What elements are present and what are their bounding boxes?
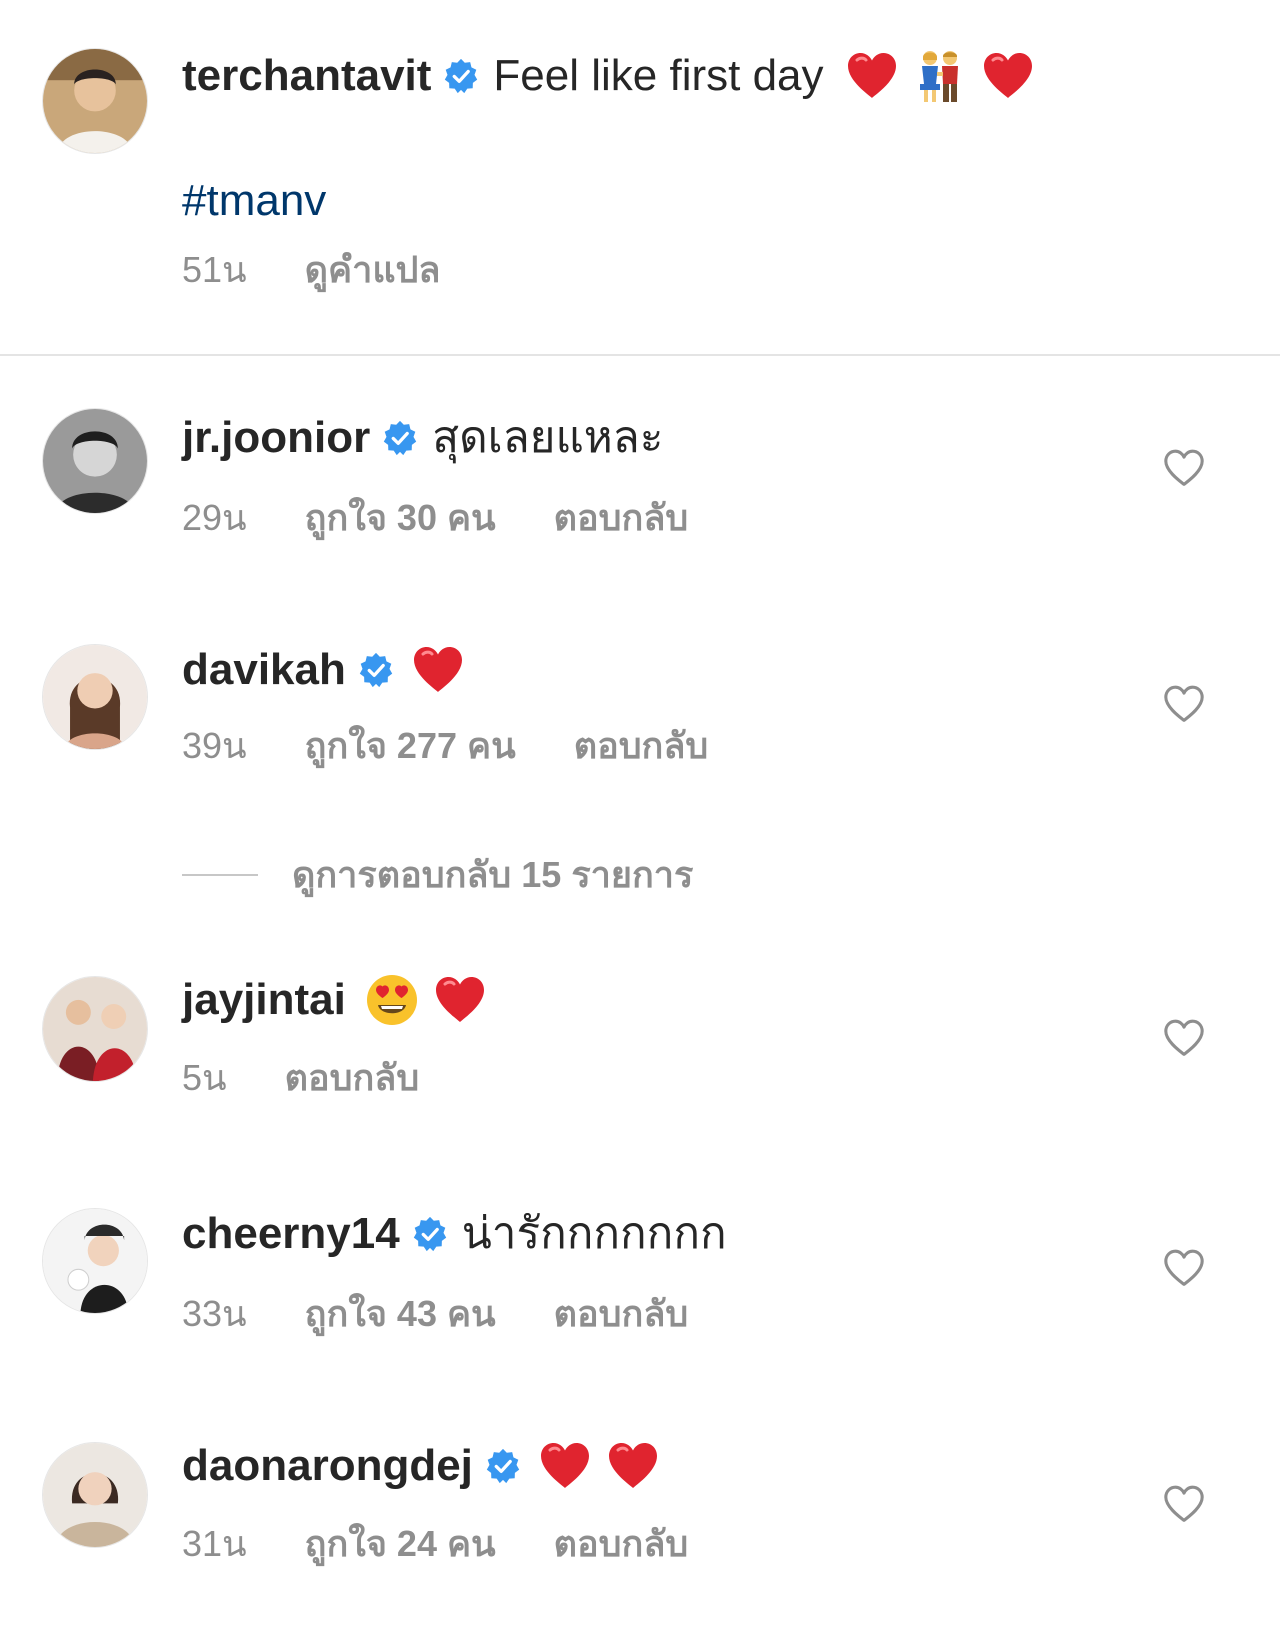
post-author-username[interactable]: terchantavit (182, 48, 431, 104)
comment-username[interactable]: cheerny14 (182, 1206, 400, 1262)
view-replies-button[interactable]: ดูการตอบกลับ 15 รายการ (182, 846, 693, 903)
reply-button[interactable]: ตอบกลับ (554, 1522, 689, 1566)
like-heart-icon[interactable] (1162, 684, 1206, 724)
verified-badge-icon (382, 420, 418, 456)
comment-username[interactable]: daonarongdej (182, 1438, 473, 1494)
post-caption-line: terchantavit Feel like first day (182, 46, 1046, 106)
comment-avatar[interactable] (42, 1442, 148, 1548)
comment-timestamp: 33น (182, 1293, 247, 1334)
post-meta: 51น ดูคำแปล (182, 248, 440, 292)
comment-likes-count[interactable]: ถูกใจ 43 คน (305, 1292, 496, 1336)
comment-line: cheerny14 น่ารักกกกกกก (182, 1206, 727, 1262)
comment-likes-count[interactable]: ถูกใจ 30 คน (305, 496, 496, 540)
comment-text: น่ารักกกกกกก (461, 1209, 727, 1258)
verified-badge-icon (358, 652, 394, 688)
comment-meta: 29น ถูกใจ 30 คน ตอบกลับ (182, 496, 688, 540)
comment-meta: 33น ถูกใจ 43 คน ตอบกลับ (182, 1292, 688, 1336)
comment-line: daonarongdej (182, 1436, 671, 1496)
comment-text: สุดเลยแหละ (432, 413, 664, 462)
comment-username[interactable]: jr.joonior (182, 410, 370, 466)
verified-badge-icon (412, 1216, 448, 1252)
comment-timestamp: 5น (182, 1057, 227, 1098)
reply-button[interactable]: ตอบกลับ (554, 496, 689, 540)
post-hashtag-link[interactable]: #tmanv (182, 173, 326, 229)
red-heart-icon (603, 1436, 663, 1496)
post-timestamp: 51น (182, 249, 247, 290)
caption-divider (0, 354, 1280, 356)
comment-timestamp: 39น (182, 725, 247, 766)
red-heart-icon (430, 970, 490, 1030)
comment-line: davikah (182, 640, 476, 700)
comment-likes-count[interactable]: ถูกใจ 24 คน (305, 1522, 496, 1566)
comment-username[interactable]: jayjintai (182, 972, 346, 1028)
like-heart-icon[interactable] (1162, 1484, 1206, 1524)
red-heart-icon (408, 640, 468, 700)
like-heart-icon[interactable] (1162, 1248, 1206, 1288)
heart-eyes-emoji-icon (362, 970, 422, 1030)
verified-badge-icon (443, 58, 479, 94)
comment-avatar[interactable] (42, 976, 148, 1082)
couple-holding-hands-icon (910, 46, 970, 106)
comment-meta: 39น ถูกใจ 277 คน ตอบกลับ (182, 724, 708, 768)
reply-button[interactable]: ตอบกลับ (574, 724, 709, 768)
see-translation-button[interactable]: ดูคำแปล (305, 248, 441, 292)
replies-rule (182, 873, 258, 876)
red-heart-icon (842, 46, 902, 106)
reply-button[interactable]: ตอบกลับ (554, 1292, 689, 1336)
comment-timestamp: 31น (182, 1523, 247, 1564)
post-caption-text: Feel like first day (493, 51, 824, 100)
comment-avatar[interactable] (42, 1208, 148, 1314)
comment-line: jr.joonior สุดเลยแหละ (182, 410, 663, 466)
comment-avatar[interactable] (42, 408, 148, 514)
view-replies-label: ดูการตอบกลับ 15 รายการ (292, 854, 694, 895)
like-heart-icon[interactable] (1162, 448, 1206, 488)
comment-username[interactable]: davikah (182, 642, 346, 698)
comment-meta: 5น ตอบกลับ (182, 1056, 419, 1100)
red-heart-icon (978, 46, 1038, 106)
comment-likes-count[interactable]: ถูกใจ 277 คน (305, 724, 516, 768)
comment-timestamp: 29น (182, 497, 247, 538)
comment-line: jayjintai (182, 970, 498, 1030)
like-heart-icon[interactable] (1162, 1018, 1206, 1058)
comment-meta: 31น ถูกใจ 24 คน ตอบกลับ (182, 1522, 688, 1566)
reply-button[interactable]: ตอบกลับ (285, 1056, 420, 1100)
post-author-avatar[interactable] (42, 48, 148, 154)
comment-avatar[interactable] (42, 644, 148, 750)
verified-badge-icon (485, 1448, 521, 1484)
red-heart-icon (535, 1436, 595, 1496)
